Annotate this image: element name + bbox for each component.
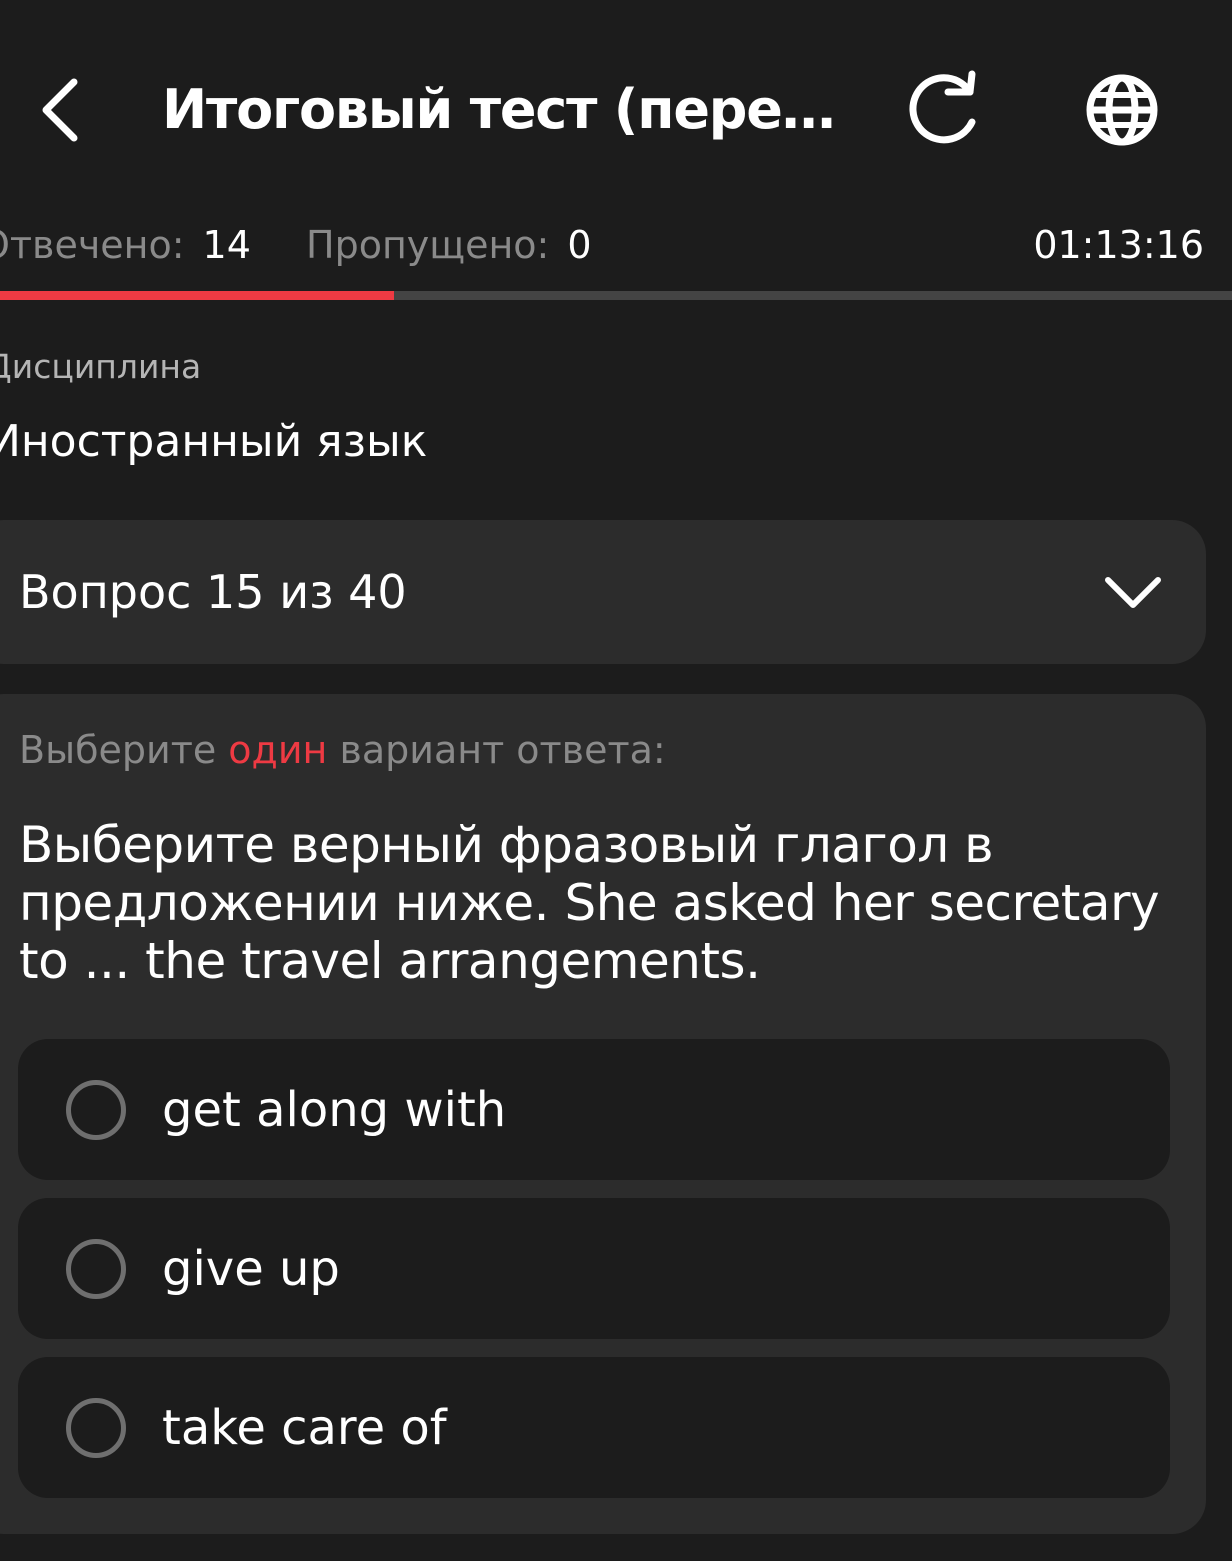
answered-stat: Отвечено: 14 [0, 214, 251, 276]
question-number: Вопрос 15 из 40 [19, 565, 407, 619]
top-app-bar: Итоговый тест (пересдача) [0, 0, 1232, 210]
answer-option[interactable]: give up [18, 1198, 1170, 1339]
skipped-count: 0 [567, 223, 592, 267]
test-stats: Отвечено: 14 Пропущено: 0 01:13:16 [0, 214, 1232, 276]
question-selector-dropdown[interactable]: Вопрос 15 из 40 [0, 520, 1206, 664]
back-button[interactable] [32, 68, 92, 152]
globe-icon [1086, 74, 1158, 146]
instruction-text-start: Выберите [19, 728, 229, 772]
answer-option[interactable]: take care of [18, 1357, 1170, 1498]
radio-button[interactable] [66, 1398, 126, 1458]
progress-bar [0, 291, 1232, 300]
radio-button[interactable] [66, 1080, 126, 1140]
page-title: Итоговый тест (пересдача) [162, 78, 852, 141]
answer-option-label: give up [162, 1241, 340, 1297]
question-card: Выберите один вариант ответа: Выберите в… [0, 694, 1206, 1534]
instruction-accent: один [228, 728, 328, 772]
answer-instruction: Выберите один вариант ответа: [19, 720, 666, 780]
answered-label: Отвечено: [0, 223, 185, 267]
question-text: Выберите верный фразовый глагол в предло… [19, 816, 1160, 990]
refresh-button[interactable] [898, 70, 988, 150]
skipped-stat: Пропущено: 0 [306, 214, 592, 276]
chevron-left-icon [42, 78, 78, 142]
refresh-icon [909, 70, 976, 144]
skipped-label: Пропущено: [306, 223, 550, 267]
radio-button[interactable] [66, 1239, 126, 1299]
timer: 01:13:16 [1033, 223, 1204, 267]
answered-count: 14 [202, 223, 251, 267]
discipline-label: Дисциплина [0, 347, 202, 386]
answer-option[interactable]: get along with [18, 1039, 1170, 1180]
discipline-name: Иностранный язык [0, 416, 428, 467]
progress-bar-fill [0, 291, 395, 300]
language-button[interactable] [1080, 68, 1164, 152]
answer-option-label: take care of [162, 1400, 447, 1456]
chevron-down-icon [1105, 577, 1161, 608]
answer-option-label: get along with [162, 1082, 507, 1138]
instruction-text-end: вариант ответа: [327, 728, 666, 772]
